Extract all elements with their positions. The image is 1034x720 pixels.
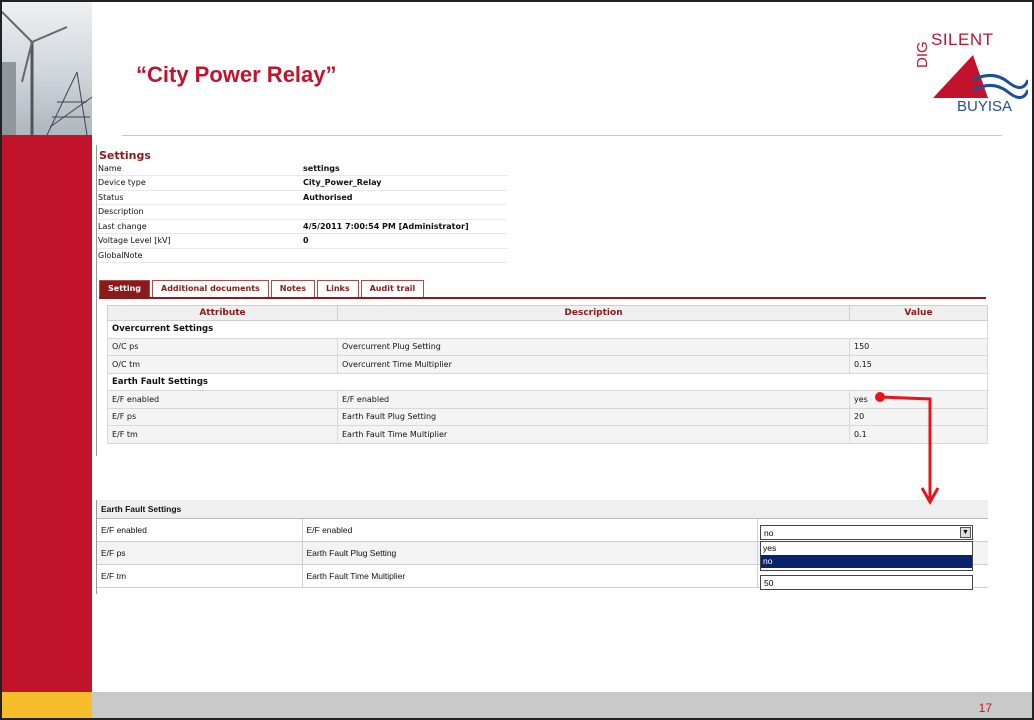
ef-enabled-select[interactable]: no ▼ (760, 525, 973, 540)
value-cell[interactable]: yes (849, 390, 988, 409)
tab-links[interactable]: Links (316, 280, 359, 297)
settings-table: Attribute Description Value Overcurrent … (107, 305, 988, 444)
property-row: GlobalNote (97, 248, 507, 263)
description-cell: Overcurrent Plug Setting (337, 337, 850, 356)
table-header-row: Attribute Description Value (107, 305, 988, 321)
description-cell: Earth Fault Plug Setting (301, 541, 757, 565)
property-key: Description (97, 204, 302, 220)
group-title: Earth Fault Settings (107, 372, 988, 391)
table-row: O/C ps Overcurrent Plug Setting 150 (107, 337, 988, 356)
chevron-down-icon[interactable]: ▼ (960, 527, 971, 538)
group-row: Earth Fault Settings (107, 372, 988, 391)
logo-text-silent: SILENT (931, 30, 994, 49)
table-row: E/F tm Earth Fault Time Multiplier 0.1 (107, 425, 988, 444)
table-row: E/F ps Earth Fault Plug Setting 20 (107, 407, 988, 426)
ef-enabled-dropdown: yes no (760, 541, 973, 571)
column-header-value: Value (849, 305, 988, 321)
tab-bar: Setting Additional documents Notes Links… (99, 280, 426, 297)
property-row: Status Authorised (97, 190, 507, 205)
tab-audit-trail[interactable]: Audit trail (360, 280, 425, 297)
logo-text-buyisa: BUYISA (957, 98, 1013, 115)
tab-notes[interactable]: Notes (270, 280, 315, 297)
property-value: City_Power_Relay (302, 175, 507, 191)
table-row: O/C tm Overcurrent Time Multiplier 0.15 (107, 355, 988, 374)
group-row: Earth Fault Settings (97, 500, 988, 519)
column-header-description: Description (337, 305, 850, 321)
description-cell: E/F enabled (301, 518, 757, 542)
property-key: Name (97, 161, 302, 176)
tab-underline (99, 297, 986, 299)
property-value: settings (302, 161, 507, 176)
title-divider (122, 135, 1002, 136)
ef-enabled-selected-value: no (764, 528, 774, 538)
description-cell: E/F enabled (337, 390, 850, 409)
attribute-cell: O/C ps (107, 337, 338, 356)
slide: 17 “City Power Relay” SILENT DIG BUYISA … (0, 0, 1034, 720)
attribute-cell: E/F tm (97, 564, 302, 588)
column-header-attribute: Attribute (107, 305, 338, 321)
property-row: Device type City_Power_Relay (97, 175, 507, 191)
property-value (302, 204, 507, 220)
table-row: E/F enabled E/F enabled yes (107, 390, 988, 409)
dropdown-option-yes[interactable]: yes (761, 542, 972, 555)
property-value: Authorised (302, 190, 507, 205)
attribute-cell: E/F tm (107, 425, 338, 444)
dropdown-option-no[interactable]: no (761, 555, 972, 568)
group-title: Earth Fault Settings (97, 500, 988, 519)
logo-wave-icon (933, 55, 1028, 99)
attribute-cell: O/C tm (107, 355, 338, 374)
property-row: Voltage Level [kV] 0 (97, 233, 507, 249)
description-cell: Earth Fault Time Multiplier (301, 564, 757, 588)
settings-properties: Name settings Device type City_Power_Relay… (97, 161, 507, 263)
property-row: Description (97, 204, 507, 220)
tab-setting[interactable]: Setting (99, 280, 150, 297)
property-key: Voltage Level [kV] (97, 233, 302, 249)
property-key: Device type (97, 175, 302, 191)
description-cell: Earth Fault Plug Setting (337, 407, 850, 426)
silent-dig-buyisa-logo: SILENT DIG BUYISA (912, 30, 1032, 120)
value-cell[interactable]: 0.1 (849, 425, 988, 444)
description-cell: Overcurrent Time Multiplier (337, 355, 850, 374)
property-value: 0 (302, 233, 507, 249)
group-row: Overcurrent Settings (107, 320, 988, 339)
property-key: Last change (97, 219, 302, 234)
page-number: 17 (978, 701, 992, 715)
property-value (302, 248, 507, 263)
value-cell[interactable]: 0.15 (849, 355, 988, 374)
settings-panel: Settings Name settings Device type City_Po… (96, 145, 988, 456)
value-cell[interactable]: 150 (849, 337, 988, 356)
footer-bar (92, 692, 1032, 718)
edit-panel: Earth Fault Settings E/F enabled E/F ena… (96, 500, 988, 594)
property-row: Last change 4/5/2011 7:00:54 PM [Administ… (97, 219, 507, 234)
description-cell: Earth Fault Time Multiplier (337, 425, 850, 444)
attribute-cell: E/F ps (97, 541, 302, 565)
attribute-cell: E/F enabled (97, 518, 302, 542)
property-key: Status (97, 190, 302, 205)
group-title: Overcurrent Settings (107, 320, 988, 339)
slide-title: “City Power Relay” (136, 62, 337, 87)
sidebar-accent (2, 692, 92, 718)
property-value: 4/5/2011 7:00:54 PM [Administrator] (302, 219, 507, 234)
attribute-cell: E/F ps (107, 407, 338, 426)
wind-turbine-photo (2, 2, 92, 135)
tab-additional-documents[interactable]: Additional documents (152, 280, 269, 297)
property-row: Name settings (97, 161, 507, 176)
ef-tm-input[interactable]: 50 (760, 575, 973, 590)
property-key: GlobalNote (97, 248, 302, 263)
value-cell[interactable]: 20 (849, 407, 988, 426)
attribute-cell: E/F enabled (107, 390, 338, 409)
